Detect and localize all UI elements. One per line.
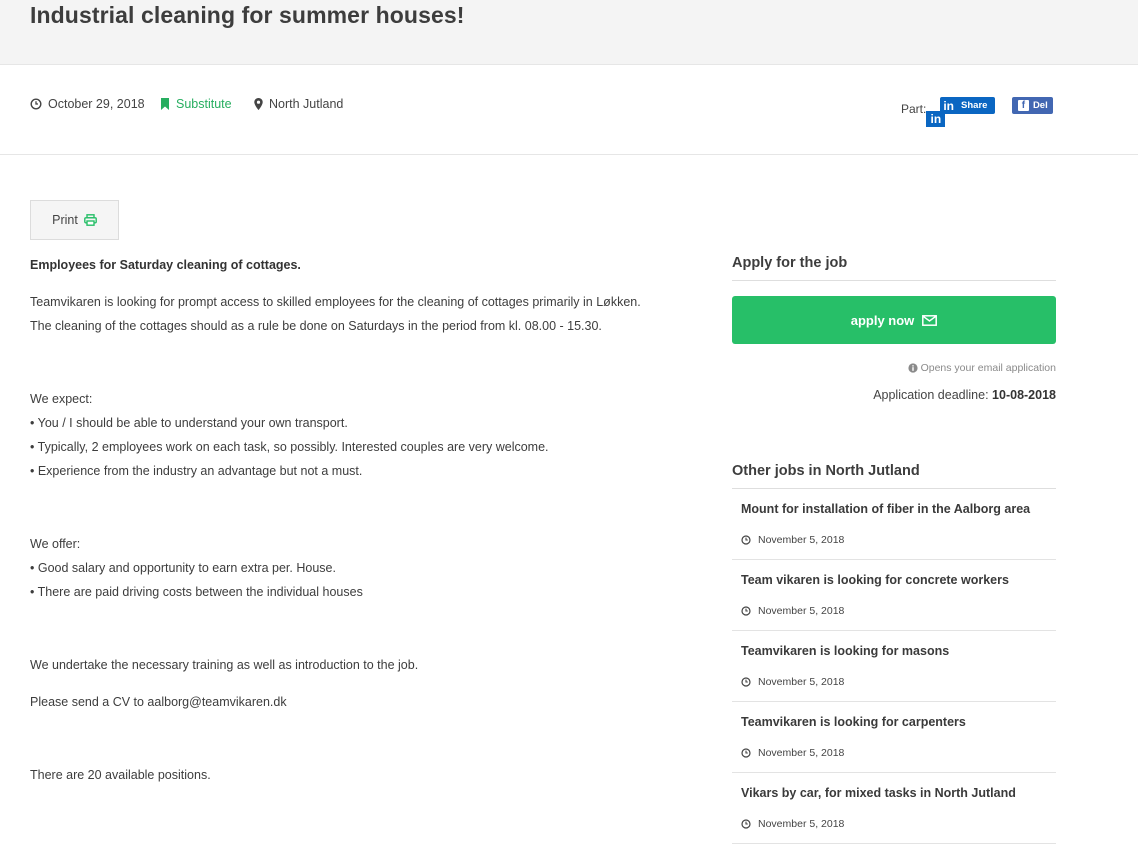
opens-email-note: Opens your email application <box>732 362 1056 374</box>
other-jobs-section: Other jobs in North Jutland <box>732 463 1056 489</box>
other-jobs-title: Other jobs in North Jutland <box>732 463 1056 489</box>
printer-icon <box>83 214 97 226</box>
intro-text: Employees for Saturday cleaning of cotta… <box>30 258 301 272</box>
deadline-label: Application deadline: <box>873 388 989 402</box>
facebook-share-button[interactable]: f Del <box>1012 97 1054 114</box>
apply-title: Apply for the job <box>732 255 1056 281</box>
job-item-date-text: November 5, 2018 <box>758 676 845 688</box>
job-item-date: November 5, 2018 <box>741 676 844 688</box>
deadline-value: 10-08-2018 <box>992 388 1056 402</box>
job-item-date-text: November 5, 2018 <box>758 818 845 830</box>
application-deadline: Application deadline: 10-08-2018 <box>732 388 1056 402</box>
share-bar: Part: in in Share f Del <box>901 97 1054 127</box>
apply-now-button[interactable]: apply now <box>732 296 1056 344</box>
job-link[interactable]: Mount for installation of fiber in the A… <box>741 502 1030 516</box>
offer-item: • There are paid driving costs between t… <box>30 585 363 599</box>
paragraph-1: Teamvikaren is looking for prompt access… <box>30 295 641 309</box>
expect-item: • Typically, 2 employees work on each ta… <box>30 440 549 454</box>
job-item-date-text: November 5, 2018 <box>758 534 845 546</box>
linkedin-logo-icon: in <box>940 98 958 113</box>
job-link[interactable]: Teamvikaren is looking for masons <box>741 644 949 658</box>
job-link[interactable]: Team vikaren is looking for concrete wor… <box>741 573 1009 587</box>
linkedin-share-label: Share <box>961 100 988 111</box>
clock-icon <box>30 98 42 110</box>
print-label: Print <box>52 213 78 227</box>
facebook-share-label: Del <box>1032 100 1048 111</box>
job-date-text: October 29, 2018 <box>48 97 145 111</box>
print-button[interactable]: Print <box>30 200 119 240</box>
job-category-text: Substitute <box>176 97 232 111</box>
training-text: We undertake the necessary training as w… <box>30 658 419 672</box>
job-link[interactable]: Vikars by car, for mixed tasks in North … <box>741 786 1016 800</box>
job-item-date: November 5, 2018 <box>741 818 844 830</box>
cv-text: Please send a CV to aalborg@teamvikaren.… <box>30 695 287 709</box>
job-link[interactable]: Teamvikaren is looking for carpenters <box>741 715 966 729</box>
list-item[interactable]: Teamvikaren is looking for carpenters No… <box>732 702 1056 773</box>
share-label: Part: <box>901 102 927 116</box>
job-item-date-text: November 5, 2018 <box>758 747 845 759</box>
opens-email-text: Opens your email application <box>920 362 1056 374</box>
list-item[interactable]: Vikars by car, for mixed tasks in North … <box>732 773 1056 844</box>
job-item-date-text: November 5, 2018 <box>758 605 845 617</box>
list-item[interactable]: Mount for installation of fiber in the A… <box>732 489 1056 560</box>
job-location: North Jutland <box>254 97 343 111</box>
clock-icon <box>741 606 751 616</box>
linkedin-share[interactable]: in in Share <box>926 97 996 127</box>
clock-icon <box>741 535 751 545</box>
list-item[interactable]: Team vikaren is looking for concrete wor… <box>732 560 1056 631</box>
expect-heading: We expect: <box>30 392 93 406</box>
job-meta-bar: October 29, 2018 Substitute North Jutlan… <box>0 65 1138 155</box>
bookmark-icon <box>161 98 169 110</box>
linkedin-share-button[interactable]: in Share <box>940 97 996 114</box>
job-location-text: North Jutland <box>269 97 344 111</box>
offer-heading: We offer: <box>30 537 81 551</box>
positions-text: There are 20 available positions. <box>30 768 211 782</box>
apply-section: Apply for the job <box>732 255 1056 281</box>
facebook-icon: f <box>1017 100 1029 111</box>
job-item-date: November 5, 2018 <box>741 747 844 759</box>
expect-item: • Experience from the industry an advant… <box>30 464 363 478</box>
clock-icon <box>741 819 751 829</box>
other-jobs-list: Mount for installation of fiber in the A… <box>732 489 1056 844</box>
page-header: Industrial cleaning for summer houses! <box>0 0 1138 65</box>
job-category[interactable]: Substitute <box>160 97 232 111</box>
map-marker-icon <box>254 98 263 110</box>
list-item[interactable]: Teamvikaren is looking for masons Novemb… <box>732 631 1056 702</box>
info-icon <box>907 363 918 373</box>
clock-icon <box>741 677 751 687</box>
envelope-icon <box>922 314 938 326</box>
offer-item: • Good salary and opportunity to earn ex… <box>30 561 336 575</box>
job-item-date: November 5, 2018 <box>741 534 844 546</box>
apply-now-label: apply now <box>850 312 915 328</box>
expect-item: • You / I should be able to understand y… <box>30 416 348 430</box>
job-item-date: November 5, 2018 <box>741 605 844 617</box>
paragraph-2: The cleaning of the cottages should as a… <box>30 319 602 333</box>
page-title: Industrial cleaning for summer houses! <box>30 2 465 28</box>
clock-icon <box>741 748 751 758</box>
job-date: October 29, 2018 <box>30 97 145 111</box>
